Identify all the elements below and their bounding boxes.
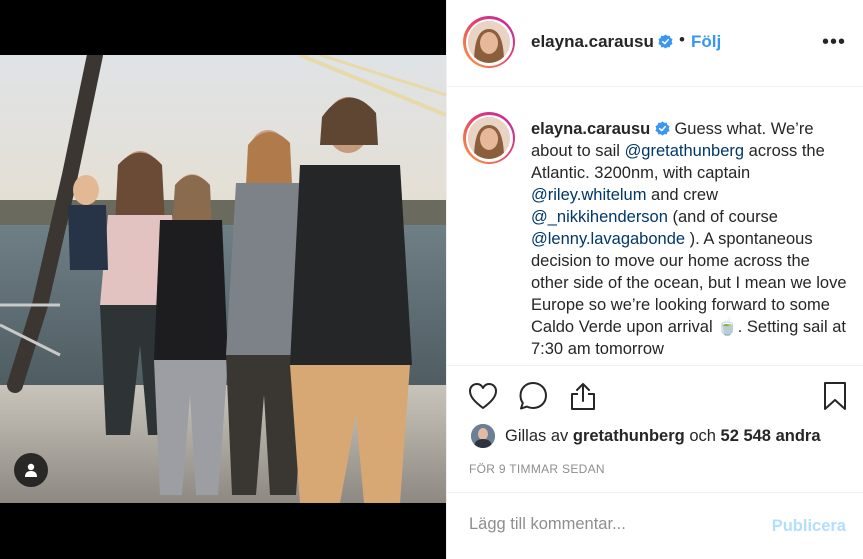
caption-text: elayna.carausu Guess what. We’re about t… [531,118,851,360]
comment-bubble-icon [519,382,547,410]
mention-link[interactable]: @lenny.lavagabonde [531,230,685,248]
caption-segment: (and of course [667,208,778,226]
mention-link[interactable]: @_nikkihenderson [531,208,668,226]
post-sidebar: elayna.carausu • Följ ••• elayna.carausu… [446,0,863,559]
post-timestamp[interactable]: för 9 timmar sedan [469,462,605,476]
verified-badge-icon [658,34,673,49]
caption-author-avatar[interactable] [463,112,515,164]
like-button[interactable] [467,380,499,412]
share-button[interactable] [567,380,599,412]
user-tag-icon [25,463,37,477]
post-caption: elayna.carausu Guess what. We’re about t… [447,88,863,365]
action-bar [447,365,863,425]
post-photo[interactable] [0,55,446,503]
author-avatar[interactable] [463,16,515,68]
likes-summary: Gillas av gretathunberg och 52 548 andra [471,424,821,448]
author-username[interactable]: elayna.carausu [531,32,654,52]
comment-button[interactable] [517,380,549,412]
user-tag-button[interactable] [14,453,48,487]
liker-avatar[interactable] [471,424,495,448]
caption-segment: ). A spontaneous decision to move our ho… [531,230,847,358]
comment-input[interactable] [469,515,749,534]
separator-dot: • [679,30,685,49]
caption-segment: and crew [646,186,719,204]
mention-link[interactable]: @riley.whitelum [531,186,646,204]
verified-badge-icon [655,121,670,136]
liker-username[interactable]: gretathunberg [573,427,685,446]
bookmark-icon [824,382,846,410]
save-button[interactable] [819,380,851,412]
likes-prefix: Gillas av [505,426,569,445]
more-options-icon[interactable]: ••• [822,32,846,52]
likes-conjunction: och [689,426,716,445]
mention-link[interactable]: @gretathunberg [625,142,745,160]
heart-icon [469,383,497,409]
caption-username[interactable]: elayna.carausu [531,120,650,138]
follow-button[interactable]: Följ [691,32,721,52]
publish-button[interactable]: Publicera [772,517,846,536]
likes-count[interactable]: 52 548 andra [721,427,821,446]
post-media [0,0,446,559]
post-header: elayna.carausu • Följ ••• [447,0,863,87]
comment-form: Publicera [447,492,863,559]
share-icon [571,383,595,410]
